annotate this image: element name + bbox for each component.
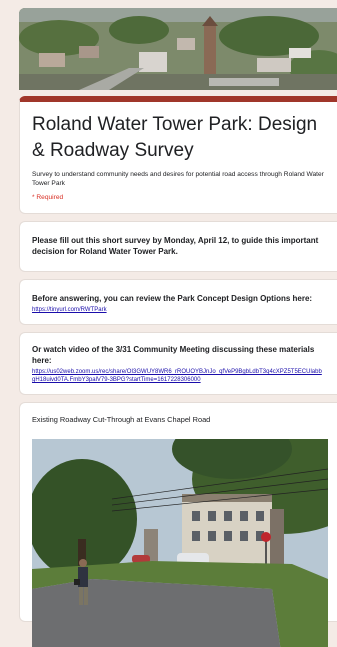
required-indicator: * Required bbox=[32, 194, 64, 201]
review-link[interactable]: https://tinyurl.com/RWTPark bbox=[32, 306, 325, 314]
review-text: Before answering, you can review the Par… bbox=[32, 294, 313, 303]
video-card: Or watch video of the 3/31 Community Mee… bbox=[19, 332, 337, 395]
deadline-card: Please fill out this short survey by Mon… bbox=[19, 221, 337, 272]
review-card: Before answering, you can review the Par… bbox=[19, 279, 337, 325]
roadway-photo bbox=[32, 439, 328, 647]
video-link[interactable]: https://us02web.zoom.us/rec/share/OI3GWU… bbox=[32, 368, 325, 384]
street-photo-illustration bbox=[32, 439, 328, 647]
header-image bbox=[19, 8, 337, 90]
deadline-text: Please fill out this short survey by Mon… bbox=[32, 236, 319, 256]
form-description: Survey to understand community needs and… bbox=[32, 171, 324, 187]
form-title-card: Roland Water Tower Park: Design & Roadwa… bbox=[19, 96, 337, 214]
form-container: Roland Water Tower Park: Design & Roadwa… bbox=[19, 8, 337, 647]
aerial-photo-illustration bbox=[19, 8, 337, 90]
photo-caption: Existing Roadway Cut-Through at Evans Ch… bbox=[32, 415, 211, 424]
form-title: Roland Water Tower Park: Design & Roadwa… bbox=[32, 114, 318, 161]
video-text: Or watch video of the 3/31 Community Mee… bbox=[32, 345, 315, 365]
photo-card: Existing Roadway Cut-Through at Evans Ch… bbox=[19, 402, 337, 647]
